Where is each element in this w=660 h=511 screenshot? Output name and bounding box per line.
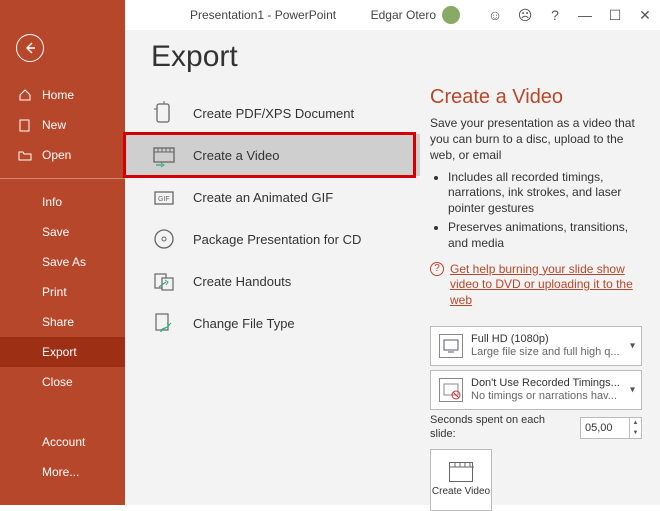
nav-open[interactable]: Open: [0, 140, 125, 170]
dropdown-title: Full HD (1080p): [471, 333, 620, 346]
help-icon: ?: [430, 262, 444, 276]
nav-new[interactable]: New: [0, 110, 125, 140]
face-smile-icon[interactable]: ☺: [480, 0, 510, 30]
nav-label: Save: [42, 225, 69, 239]
details-panel: Create a Video Save your presentation as…: [420, 30, 660, 505]
detail-description: Save your presentation as a video that y…: [430, 115, 642, 164]
export-label: Package Presentation for CD: [193, 232, 361, 247]
account-area[interactable]: Edgar Otero: [371, 6, 460, 24]
nav-info[interactable]: Info: [0, 187, 125, 217]
pdf-icon: [151, 100, 177, 126]
help-icon[interactable]: ?: [540, 0, 570, 30]
button-label: Create Video: [432, 486, 490, 497]
spin-up-icon[interactable]: ▲: [630, 418, 641, 428]
nav-label: Account: [42, 435, 85, 449]
gif-icon: GIF: [151, 184, 177, 210]
document-title: Presentation1 - PowerPoint: [190, 8, 336, 22]
arrow-left-icon: [23, 41, 37, 55]
nav-save-as[interactable]: Save As: [0, 247, 125, 277]
nav-close[interactable]: Close: [0, 367, 125, 397]
nav-label: Export: [42, 345, 77, 359]
monitor-icon: [439, 334, 463, 358]
create-video-button[interactable]: Create Video: [430, 449, 492, 511]
export-create-video[interactable]: Create a Video: [125, 134, 420, 176]
avatar: [442, 6, 460, 24]
seconds-value: 05,00: [585, 422, 613, 434]
back-button[interactable]: [16, 34, 44, 62]
nav-label: Close: [42, 375, 73, 389]
maximize-button[interactable]: ☐: [600, 0, 630, 30]
close-button[interactable]: ✕: [630, 0, 660, 30]
video-icon: [449, 462, 473, 482]
nav-label: Info: [42, 195, 62, 209]
export-package-cd[interactable]: Package Presentation for CD: [125, 218, 420, 260]
dropdown-title: Don't Use Recorded Timings...: [471, 377, 620, 390]
seconds-label: Seconds spent on each slide:: [430, 414, 572, 440]
bullet-item: Includes all recorded timings, narration…: [448, 170, 642, 217]
svg-text:GIF: GIF: [158, 196, 170, 203]
nav-save[interactable]: Save: [0, 217, 125, 247]
chevron-down-icon: ▾: [630, 385, 635, 396]
page-title: Export: [125, 30, 420, 92]
nav-print[interactable]: Print: [0, 277, 125, 307]
help-link[interactable]: Get help burning your slide show video t…: [450, 262, 642, 309]
nav-label: Home: [42, 88, 74, 102]
face-frown-icon[interactable]: ☹: [510, 0, 540, 30]
seconds-spinner[interactable]: 05,00 ▲▼: [580, 417, 642, 439]
video-icon: [151, 142, 177, 168]
handouts-icon: [151, 268, 177, 294]
nav-account[interactable]: Account: [0, 427, 125, 457]
quality-dropdown[interactable]: Full HD (1080p) Large file size and full…: [430, 326, 642, 366]
user-name: Edgar Otero: [371, 8, 436, 22]
dropdown-subtitle: No timings or narrations hav...: [471, 390, 620, 403]
export-gif[interactable]: GIF Create an Animated GIF: [125, 176, 420, 218]
nav-label: New: [42, 118, 66, 132]
export-handouts[interactable]: Create Handouts: [125, 260, 420, 302]
folder-open-icon: [18, 148, 32, 162]
timings-dropdown[interactable]: Don't Use Recorded Timings... No timings…: [430, 370, 642, 410]
nav-label: Save As: [42, 255, 86, 269]
detail-heading: Create a Video: [430, 86, 642, 109]
no-timing-icon: [439, 378, 463, 402]
bullet-item: Preserves animations, transitions, and m…: [448, 220, 642, 251]
spin-down-icon[interactable]: ▼: [630, 428, 641, 438]
dropdown-subtitle: Large file size and full high q...: [471, 346, 620, 359]
export-label: Create PDF/XPS Document: [193, 106, 354, 121]
cd-icon: [151, 226, 177, 252]
export-option-list: Create PDF/XPS Document Create a Video G…: [125, 92, 420, 344]
export-label: Create Handouts: [193, 274, 291, 289]
nav-label: Open: [42, 148, 71, 162]
new-icon: [18, 118, 32, 132]
export-change-file-type[interactable]: Change File Type: [125, 302, 420, 344]
nav-share[interactable]: Share: [0, 307, 125, 337]
nav-label: More...: [42, 465, 79, 479]
separator: [0, 178, 125, 179]
export-label: Create a Video: [193, 148, 280, 163]
help-link-row: ? Get help burning your slide show video…: [430, 262, 642, 309]
nav-home[interactable]: Home: [0, 80, 125, 110]
nav-label: Share: [42, 315, 74, 329]
main-panel: Export Create PDF/XPS Document Create a …: [125, 30, 660, 505]
nav-export[interactable]: Export: [0, 337, 125, 367]
export-label: Change File Type: [193, 316, 295, 331]
export-label: Create an Animated GIF: [193, 190, 333, 205]
backstage-sidebar: Home New Open Info Save Save As Print Sh…: [0, 0, 125, 505]
minimize-button[interactable]: ―: [570, 0, 600, 30]
export-pdf-xps[interactable]: Create PDF/XPS Document: [125, 92, 420, 134]
nav-label: Print: [42, 285, 67, 299]
filetype-icon: [151, 310, 177, 336]
chevron-down-icon: ▾: [630, 341, 635, 352]
nav-more[interactable]: More...: [0, 457, 125, 487]
home-icon: [18, 88, 32, 102]
